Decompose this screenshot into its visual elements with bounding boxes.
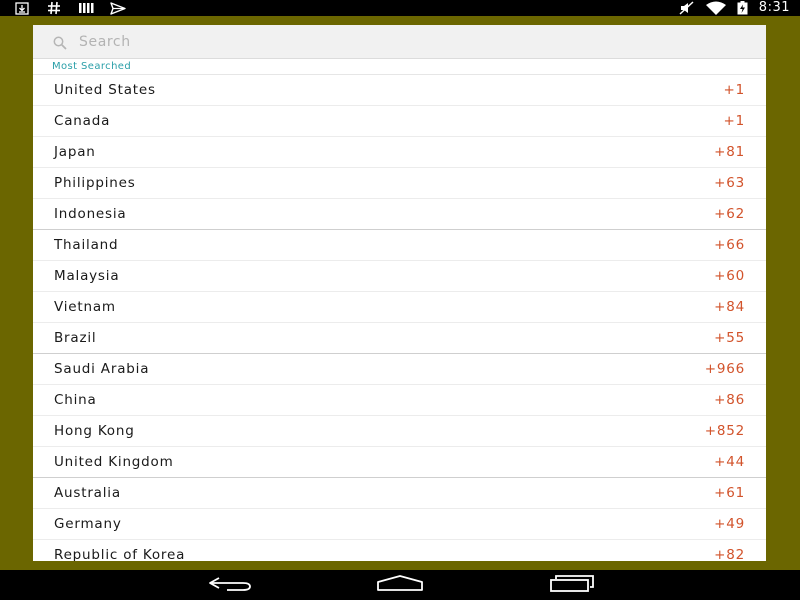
country-row-thailand[interactable]: Thailand +66 — [33, 230, 766, 261]
recents-button[interactable] — [532, 570, 612, 600]
section-header-most-searched: Most Searched — [33, 59, 766, 75]
country-code-picker: Most Searched United States +1 Canada +1… — [33, 25, 766, 561]
country-code: +84 — [714, 299, 745, 315]
country-row-philippines[interactable]: Philippines +63 — [33, 168, 766, 199]
country-row-germany[interactable]: Germany +49 — [33, 509, 766, 540]
status-bar: 8:31 — [0, 0, 800, 16]
download-icon — [14, 1, 30, 15]
country-code: +60 — [714, 268, 745, 284]
back-icon — [207, 575, 253, 595]
country-row-indonesia[interactable]: Indonesia +62 — [33, 199, 766, 230]
country-row-saudi-arabia[interactable]: Saudi Arabia +966 — [33, 354, 766, 385]
country-name: United States — [54, 82, 156, 98]
home-button[interactable] — [360, 570, 440, 600]
navigation-bar — [0, 570, 800, 600]
search-input[interactable] — [79, 31, 679, 53]
country-row-malaysia[interactable]: Malaysia +60 — [33, 261, 766, 292]
search-icon — [53, 35, 67, 50]
hashtag-icon — [46, 1, 62, 15]
country-name: Saudi Arabia — [54, 361, 150, 377]
country-code: +86 — [714, 392, 745, 408]
country-row-australia[interactable]: Australia +61 — [33, 478, 766, 509]
country-row-republic-of-korea[interactable]: Republic of Korea +82 — [33, 540, 766, 561]
country-name: Indonesia — [54, 206, 127, 222]
signal-bars-icon — [78, 1, 94, 15]
country-name: Philippines — [54, 175, 136, 191]
country-code: +1 — [723, 113, 745, 129]
country-code: +1 — [723, 82, 745, 98]
country-row-japan[interactable]: Japan +81 — [33, 137, 766, 168]
country-code: +81 — [714, 144, 745, 160]
country-name: Australia — [54, 485, 121, 501]
country-name: United Kingdom — [54, 454, 174, 470]
wifi-icon — [705, 1, 727, 15]
country-list: United States +1 Canada +1 Japan +81 Phi… — [33, 75, 766, 561]
home-icon — [375, 575, 425, 595]
search-bar — [33, 25, 766, 59]
country-code: +966 — [704, 361, 745, 377]
recents-icon — [548, 574, 596, 596]
muted-icon — [679, 1, 695, 15]
country-row-brazil[interactable]: Brazil +55 — [33, 323, 766, 354]
back-button[interactable] — [190, 570, 270, 600]
country-row-united-kingdom[interactable]: United Kingdom +44 — [33, 447, 766, 478]
status-bar-system: 8:31 — [679, 0, 790, 16]
country-name: Hong Kong — [54, 423, 135, 439]
country-code: +61 — [714, 485, 745, 501]
country-row-china[interactable]: China +86 — [33, 385, 766, 416]
country-name: Vietnam — [54, 299, 116, 315]
country-code: +55 — [714, 330, 745, 346]
status-bar-notifications — [14, 0, 126, 16]
country-code: +63 — [714, 175, 745, 191]
country-name: Brazil — [54, 330, 97, 346]
country-name: Republic of Korea — [54, 547, 186, 561]
country-code: +62 — [714, 206, 745, 222]
country-name: Malaysia — [54, 268, 120, 284]
battery-charging-icon — [737, 1, 749, 15]
country-name: Germany — [54, 516, 122, 532]
country-code: +82 — [714, 547, 745, 561]
status-clock: 8:31 — [758, 0, 790, 15]
country-name: China — [54, 392, 97, 408]
country-code: +44 — [714, 454, 745, 470]
country-code: +852 — [704, 423, 745, 439]
send-icon — [110, 1, 126, 15]
country-row-canada[interactable]: Canada +1 — [33, 106, 766, 137]
country-row-hong-kong[interactable]: Hong Kong +852 — [33, 416, 766, 447]
country-code: +49 — [714, 516, 745, 532]
country-code: +66 — [714, 237, 745, 253]
country-name: Japan — [54, 144, 96, 160]
country-name: Canada — [54, 113, 111, 129]
country-name: Thailand — [54, 237, 119, 253]
country-row-vietnam[interactable]: Vietnam +84 — [33, 292, 766, 323]
country-row-united-states[interactable]: United States +1 — [33, 75, 766, 106]
